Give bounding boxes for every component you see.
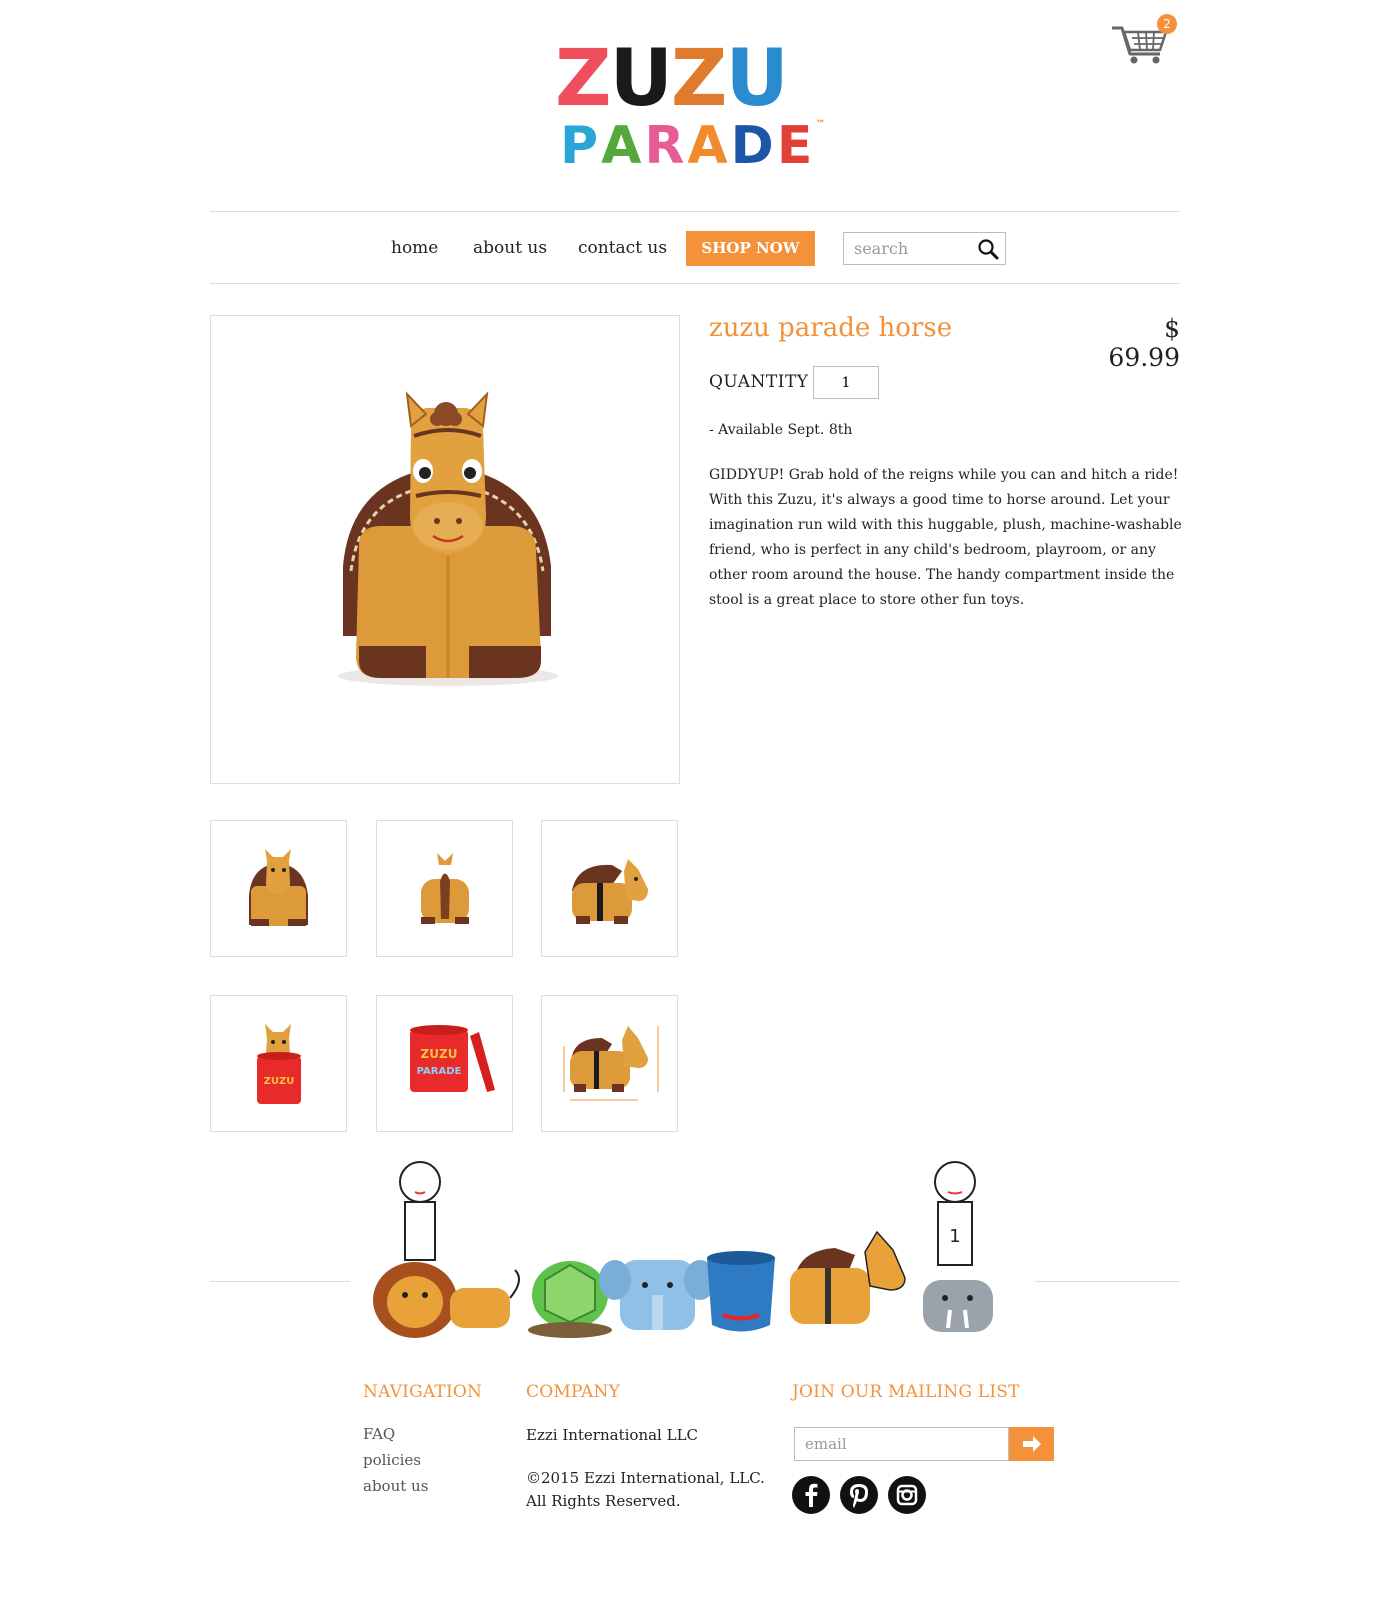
email-field[interactable] [795, 1428, 1008, 1460]
logo-letter: R [644, 116, 685, 176]
quantity-label: QUANTITY [709, 372, 809, 392]
product-thumbnail[interactable]: ZUZU PARADE [376, 995, 513, 1132]
logo-letter: D [730, 116, 774, 176]
svg-text:PARADE: PARADE [417, 1066, 462, 1077]
logo-letter: P [560, 116, 599, 176]
footer-faq-link[interactable]: FAQ [363, 1425, 395, 1443]
horse-front-thumb-illustration [249, 849, 308, 926]
footer-rights: All Rights Reserved. [526, 1492, 681, 1510]
search-input[interactable] [844, 233, 969, 264]
logo-parade: P A R A D E ™ [557, 116, 825, 176]
logo-letter: A [601, 116, 642, 176]
facebook-icon[interactable] [792, 1476, 830, 1514]
product-thumbnail[interactable] [376, 820, 513, 957]
quantity-input[interactable] [813, 366, 879, 399]
product-thumbnail[interactable] [210, 820, 347, 957]
site-logo[interactable]: Z U Z U P A R A D E ™ [555, 40, 825, 176]
logo-letter: Z [555, 34, 612, 124]
email-field-box [794, 1427, 1009, 1461]
nav-divider [210, 283, 1180, 284]
footer-company-heading: COMPANY [526, 1382, 621, 1402]
email-submit-button[interactable] [1009, 1427, 1054, 1461]
nav-contact-link[interactable]: contact us [578, 238, 667, 258]
logo-letter: A [687, 116, 728, 176]
footer-copyright: ©2015 Ezzi International, LLC. [526, 1469, 765, 1487]
product-thumbnail[interactable] [541, 995, 678, 1132]
horse-dimensions-thumb-illustration [563, 1026, 659, 1101]
svg-text:ZUZU: ZUZU [421, 1047, 458, 1061]
pinterest-icon[interactable] [840, 1476, 878, 1514]
footer-company-name: Ezzi International LLC [526, 1426, 699, 1444]
header-divider [210, 211, 1180, 212]
svg-text:ZUZU: ZUZU [264, 1076, 295, 1087]
product-price: $ 69.99 [1108, 314, 1180, 372]
storage-bin-thumb-illustration: ZUZU PARADE [410, 1025, 495, 1092]
instagram-icon[interactable] [888, 1476, 926, 1514]
horse-front-illustration [338, 391, 558, 686]
svg-text:1: 1 [949, 1226, 960, 1247]
horse-in-bin-thumb-illustration: ZUZU [257, 1024, 301, 1104]
footer-policies-link[interactable]: policies [363, 1451, 421, 1469]
footer-divider-left [210, 1281, 350, 1282]
logo-trademark: ™ [815, 119, 826, 130]
shop-now-button[interactable]: SHOP NOW [686, 231, 815, 266]
arrow-right-icon [1023, 1436, 1041, 1452]
product-main-image[interactable] [210, 315, 680, 784]
product-description: GIDDYUP! Grab hold of the reigns while y… [709, 467, 1182, 608]
logo-letter: U [609, 34, 673, 124]
product-title: zuzu parade horse [709, 313, 953, 343]
footer-navigation-heading: NAVIGATION [363, 1382, 483, 1402]
footer-mailing-heading: JOIN OUR MAILING LIST [792, 1382, 1020, 1402]
search-box [843, 232, 1006, 265]
search-icon[interactable] [977, 238, 999, 260]
nav-about-link[interactable]: about us [473, 238, 547, 258]
logo-zuzu: Z U Z U [555, 40, 805, 118]
cart-count-badge[interactable]: 2 [1157, 14, 1177, 34]
product-thumbnail[interactable] [541, 820, 678, 957]
horse-side-thumb-illustration [572, 859, 648, 924]
logo-letter: U [725, 34, 789, 124]
logo-letter: Z [670, 34, 728, 124]
logo-letter: E [776, 116, 813, 176]
mascot-parade-illustration: 1 [365, 1160, 1020, 1342]
footer-divider-right [1035, 1281, 1180, 1282]
horse-back-thumb-illustration [421, 853, 469, 924]
product-thumbnail[interactable]: ZUZU [210, 995, 347, 1132]
availability-note: - Available Sept. 8th [709, 422, 853, 438]
footer-about-link[interactable]: about us [363, 1477, 428, 1495]
nav-home-link[interactable]: home [391, 238, 438, 258]
